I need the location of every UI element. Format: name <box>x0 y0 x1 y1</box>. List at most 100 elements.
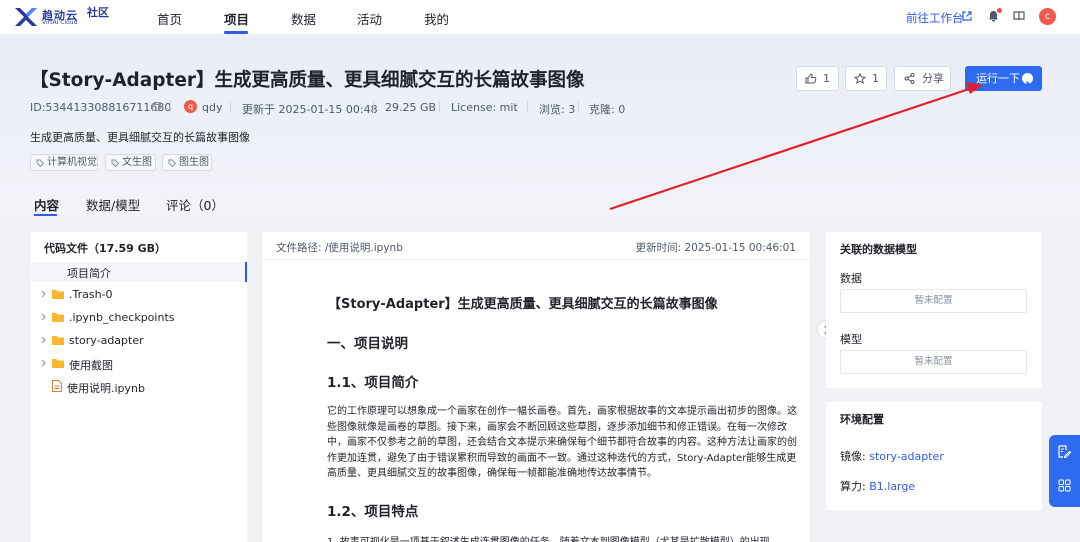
chevron-right-icon[interactable] <box>41 336 46 344</box>
external-link-icon[interactable] <box>962 11 972 21</box>
tab-comments[interactable]: 评论（0） <box>166 195 224 214</box>
doc-paragraph: 它的工作原理可以想象成一个画家在创作一幅长画卷。首先，画家根据故事的文本提示画出… <box>327 406 797 479</box>
share-label: 分享 <box>922 72 944 85</box>
thumbs-up-icon <box>805 73 817 84</box>
floating-toolbar <box>1049 435 1080 507</box>
env-title: 环境配置 <box>840 413 884 426</box>
tree-item-label: 使用截图 <box>69 359 113 372</box>
environment-panel: 环境配置 镜像: story-adapter 算力: B1.large <box>826 402 1042 510</box>
star-count: 1 <box>872 72 879 85</box>
meta-divider <box>439 101 440 113</box>
env-compute-label: 算力: <box>840 480 866 493</box>
nav-home[interactable]: 首页 <box>157 9 182 28</box>
notification-dot <box>997 8 1002 13</box>
related-data-label: 数据 <box>840 272 862 285</box>
meta-divider <box>578 101 579 113</box>
nav-activity[interactable]: 活动 <box>357 9 382 28</box>
folder-icon <box>52 313 64 322</box>
brand-name-en: VirtAI Cloud <box>42 19 78 26</box>
edit-note-icon[interactable] <box>1058 445 1071 458</box>
doc-heading-1-1: 1.1、项目简介 <box>327 375 419 391</box>
tree-item-notebook[interactable]: 使用说明.ipynb <box>30 377 247 397</box>
tree-item-story-adapter[interactable]: story-adapter <box>30 331 247 351</box>
project-id: ID:534413308816711680 <box>30 101 172 114</box>
folder-icon <box>52 359 64 368</box>
related-model-value: 暂未配置 <box>840 350 1027 374</box>
tag-icon <box>36 159 44 167</box>
project-title: 【Story-Adapter】生成更高质量、更具细腻交互的长篇故事图像 <box>30 70 585 91</box>
logo-x-icon <box>15 8 37 26</box>
star-icon <box>854 73 866 84</box>
grid-apps-icon[interactable] <box>1058 479 1071 492</box>
env-compute-value[interactable]: B1.large <box>869 480 915 493</box>
tree-item-label: .ipynb_checkpoints <box>69 311 175 324</box>
like-button[interactable]: 1 <box>796 66 839 91</box>
nav-mine[interactable]: 我的 <box>424 9 449 28</box>
play-icon <box>1022 73 1033 86</box>
tree-item-label: 使用说明.ipynb <box>67 382 145 395</box>
tag-icon <box>168 159 176 167</box>
project-clones: 克隆: 0 <box>589 103 626 116</box>
top-navbar: 趋动云 VirtAI Cloud 社区 首页 项目 数据 活动 我的 前往工作台… <box>0 0 1080 35</box>
file-tree-title: 代码文件（17.59 GB） <box>44 242 167 255</box>
tag-image-to-image[interactable]: 图生图 <box>162 154 212 171</box>
chevron-right-icon[interactable] <box>41 313 46 321</box>
nav-data[interactable]: 数据 <box>291 9 316 28</box>
meta-divider <box>373 101 374 113</box>
tree-item-label: story-adapter <box>69 334 144 347</box>
tree-item-screenshots[interactable]: 使用截图 <box>30 354 247 374</box>
related-title: 关联的数据模型 <box>840 243 917 256</box>
tag-label: 计算机视觉 <box>47 157 97 168</box>
env-image-label: 镜像: <box>840 450 866 463</box>
run-button[interactable]: 运行一下 <box>965 66 1042 91</box>
env-image-row: 镜像: story-adapter <box>840 448 944 464</box>
doc-main-heading: 【Story-Adapter】生成更高质量、更具细腻交互的长篇故事图像 <box>328 297 718 312</box>
env-image-value[interactable]: story-adapter <box>869 450 944 463</box>
tag-label: 文生图 <box>122 157 152 168</box>
project-size: 29.25 GB <box>385 101 437 114</box>
nav-projects[interactable]: 项目 <box>224 9 249 28</box>
project-description: 生成更高质量、更具细腻交互的长篇故事图像 <box>30 131 250 144</box>
book-icon[interactable] <box>1013 11 1025 21</box>
folder-icon <box>52 290 64 299</box>
tree-item-trash[interactable]: .Trash-0 <box>30 285 247 305</box>
selected-indicator <box>245 262 247 282</box>
tag-icon <box>111 159 119 167</box>
doc-heading-1: 一、项目说明 <box>327 336 408 352</box>
share-button[interactable]: 分享 <box>894 66 951 91</box>
tree-item-checkpoints[interactable]: .ipynb_checkpoints <box>30 308 247 328</box>
project-views: 浏览: 3 <box>539 103 576 116</box>
file-updated-time: 更新时间: 2025-01-15 00:46:01 <box>635 242 796 254</box>
folder-icon <box>52 336 64 345</box>
tree-item-intro[interactable]: 项目简介 <box>30 262 247 282</box>
owner-avatar[interactable]: q <box>184 100 197 113</box>
tab-content[interactable]: 内容 <box>34 195 59 214</box>
community-label: 社区 <box>87 6 109 19</box>
tag-computer-vision[interactable]: 计算机视觉 <box>30 154 98 171</box>
doc-heading-1-2: 1.2、项目特点 <box>327 504 419 520</box>
tab-active-indicator <box>34 214 57 216</box>
related-model-label: 模型 <box>840 333 862 346</box>
like-count: 1 <box>823 72 830 85</box>
goto-workbench-link[interactable]: 前往工作台 <box>906 10 964 26</box>
project-license: License: mit <box>451 101 518 114</box>
tree-item-label: .Trash-0 <box>69 288 113 301</box>
meta-divider <box>170 101 171 113</box>
copy-icon[interactable] <box>152 102 161 111</box>
meta-divider <box>527 101 528 113</box>
chevron-right-icon[interactable] <box>41 290 46 298</box>
user-avatar[interactable]: c <box>1039 8 1056 25</box>
tab-data-model[interactable]: 数据/模型 <box>86 195 140 214</box>
file-content-panel: 文件路径: /使用说明.ipynb 更新时间: 2025-01-15 00:46… <box>262 232 810 542</box>
related-data-model-panel: 关联的数据模型 数据 暂未配置 模型 暂未配置 <box>826 232 1042 388</box>
notebook-file-icon <box>52 380 62 392</box>
file-path: 文件路径: /使用说明.ipynb <box>276 242 403 254</box>
project-owner[interactable]: qdy <box>202 101 222 114</box>
chevron-right-icon[interactable] <box>41 359 46 367</box>
star-button[interactable]: 1 <box>845 66 887 91</box>
project-header <box>0 36 1080 218</box>
project-updated: 更新于 2025-01-15 00:48 <box>242 103 378 116</box>
related-data-value: 暂未配置 <box>840 289 1027 313</box>
share-icon <box>904 73 915 84</box>
tag-text-to-image[interactable]: 文生图 <box>105 154 156 171</box>
